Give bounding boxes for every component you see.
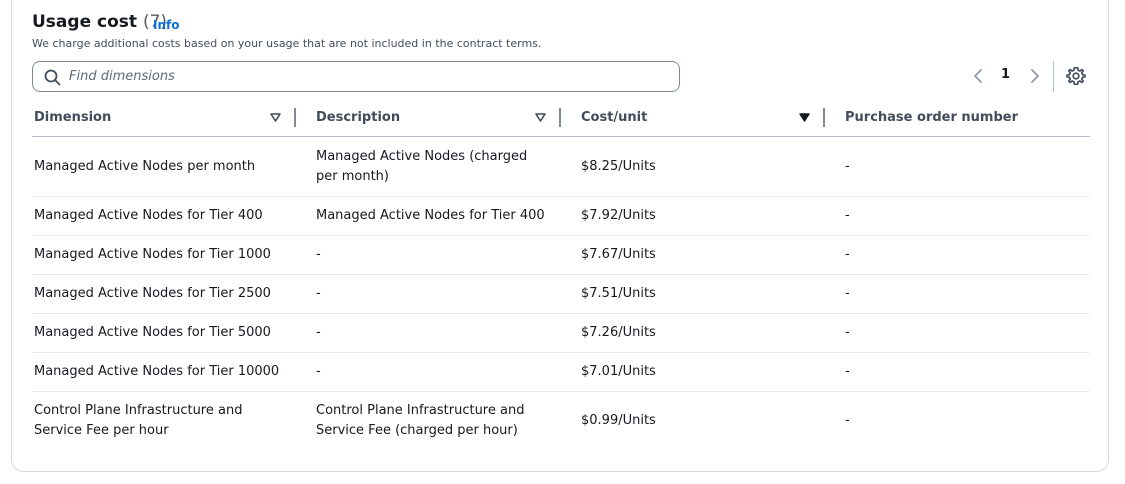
- cell-po: -: [845, 208, 850, 223]
- page-number[interactable]: 1: [1001, 67, 1010, 82]
- row-divider: [32, 274, 1090, 275]
- cell-description: -: [316, 364, 321, 379]
- search-icon: [44, 69, 61, 86]
- search-input[interactable]: Find dimensions: [32, 61, 680, 92]
- cell-po: -: [845, 286, 850, 301]
- caret-down-icon[interactable]: [535, 113, 546, 123]
- panel-description: We charge additional costs based on your…: [32, 37, 542, 50]
- column-header-purchase-order-number[interactable]: Purchase order number: [845, 110, 1018, 125]
- cell-cost: $7.01/Units: [581, 364, 656, 379]
- panel-title-text: Usage cost: [32, 12, 138, 32]
- cell-po: -: [845, 413, 850, 428]
- cell-dimension: Managed Active Nodes for Tier 2500: [34, 286, 271, 301]
- cell-dimension: Managed Active Nodes for Tier 10000: [34, 364, 280, 379]
- row-divider: [32, 313, 1090, 314]
- row-divider: [32, 235, 1090, 236]
- cell-cost: $7.51/Units: [581, 286, 656, 301]
- cell-description: Managed Active Nodes for Tier 400: [316, 208, 545, 223]
- caret-down-filled-icon[interactable]: [799, 113, 810, 123]
- cell-dimension: Managed Active Nodes for Tier 5000: [34, 325, 271, 340]
- row-divider: [32, 352, 1090, 353]
- chevron-right-icon[interactable]: [1028, 67, 1042, 85]
- cell-po: -: [845, 364, 850, 379]
- cell-cost: $7.67/Units: [581, 247, 656, 262]
- cell-dimension: Managed Active Nodes per month: [34, 159, 256, 174]
- column-resizer[interactable]: [559, 108, 561, 127]
- caret-down-icon[interactable]: [270, 113, 281, 123]
- panel-title: Usage cost (7): [32, 12, 167, 32]
- column-resizer[interactable]: [294, 108, 296, 127]
- column-resizer[interactable]: [823, 108, 825, 127]
- cell-cost: $7.26/Units: [581, 325, 656, 340]
- cell-description: Managed Active Nodes (charged per month): [316, 149, 528, 184]
- table-header-divider: [32, 136, 1090, 137]
- chevron-left-icon[interactable]: [971, 67, 985, 85]
- row-divider: [32, 391, 1090, 392]
- column-header-description[interactable]: Description: [316, 110, 400, 125]
- cell-dimension: Managed Active Nodes for Tier 1000: [34, 247, 271, 262]
- cell-description: -: [316, 286, 321, 301]
- cell-description: Control Plane Infrastructure and Service…: [316, 403, 525, 438]
- cell-cost: $0.99/Units: [581, 413, 656, 428]
- row-divider: [32, 196, 1090, 197]
- cell-description: -: [316, 247, 321, 262]
- info-link[interactable]: Info: [153, 18, 179, 32]
- cell-po: -: [845, 247, 850, 262]
- cell-po: -: [845, 325, 850, 340]
- search-placeholder: Find dimensions: [69, 69, 175, 84]
- cell-dimension: Managed Active Nodes for Tier 400: [34, 208, 263, 223]
- cell-cost: $7.92/Units: [581, 208, 656, 223]
- gear-icon[interactable]: [1066, 66, 1086, 86]
- column-header-cost-unit[interactable]: Cost/unit: [581, 110, 647, 125]
- pagination-divider: [1053, 61, 1054, 92]
- cell-description: -: [316, 325, 321, 340]
- cell-po: -: [845, 159, 850, 174]
- cell-cost: $8.25/Units: [581, 159, 656, 174]
- column-header-dimension[interactable]: Dimension: [34, 110, 111, 125]
- cell-dimension: Control Plane Infrastructure and Service…: [34, 403, 243, 438]
